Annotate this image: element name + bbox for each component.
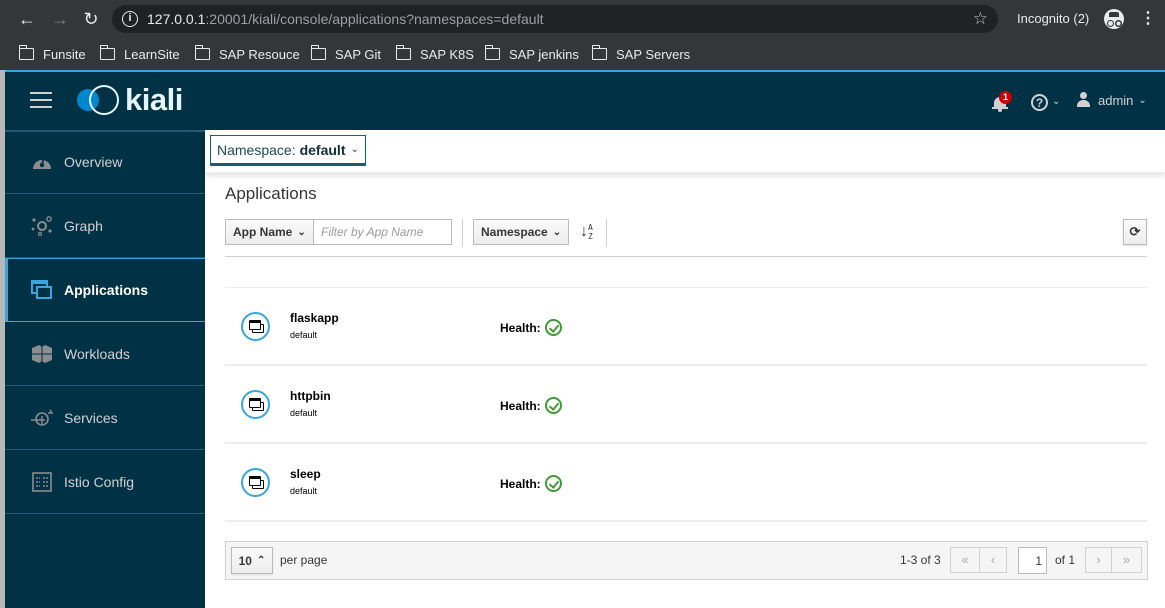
next-page-button[interactable]: ›: [1085, 547, 1112, 573]
browser-toolbar: ← → ↻ i 127.0.0.1:20001/kiali/console/ap…: [0, 0, 1165, 38]
filter-input[interactable]: [313, 219, 452, 245]
app-namespace: default: [290, 408, 318, 418]
hamburger-menu-icon[interactable]: [30, 92, 52, 110]
list-item[interactable]: flaskapp default Health:: [225, 288, 1147, 366]
sidebar-item-workloads[interactable]: Workloads: [5, 322, 205, 386]
user-icon: [1077, 92, 1090, 108]
topology-icon: [31, 215, 53, 236]
chevron-down-icon: ⌄: [297, 226, 306, 238]
folder-icon: [18, 45, 34, 60]
total-pages: of 1: [1055, 553, 1076, 567]
services-icon: [31, 408, 54, 428]
folder-icon: [194, 45, 210, 60]
app-name-link[interactable]: sleep: [290, 467, 321, 481]
per-page-dropdown[interactable]: 10 ⌃: [231, 547, 273, 574]
per-page-label: per page: [280, 553, 328, 567]
app-namespace: default: [290, 330, 318, 340]
bookmark-item[interactable]: SAP jenkins: [484, 44, 579, 64]
check-circle-icon[interactable]: [544, 475, 562, 492]
refresh-icon: ⟳: [1129, 224, 1141, 239]
tachometer-icon: [31, 152, 53, 172]
browser-chrome: ← → ↻ i 127.0.0.1:20001/kiali/console/ap…: [0, 0, 1165, 70]
check-circle-icon[interactable]: [544, 319, 562, 336]
list-item[interactable]: httpbin default Health:: [225, 366, 1147, 444]
application-icon: [241, 390, 270, 419]
istio-config-icon: [31, 471, 53, 492]
application-icon: [241, 312, 270, 341]
sidebar-item-applications[interactable]: Applications: [5, 258, 205, 322]
health-indicator: Health:: [500, 475, 562, 492]
profile-label[interactable]: Incognito (2): [1017, 11, 1089, 26]
sort-field-dropdown[interactable]: Namespace ⌄: [473, 219, 569, 245]
reload-button[interactable]: ↻: [80, 8, 102, 30]
filter-field-dropdown[interactable]: App Name ⌄: [225, 219, 314, 245]
namespace-bar: Namespace: default ⌄: [205, 130, 1165, 173]
app-name-link[interactable]: flaskapp: [290, 311, 339, 325]
address-bar[interactable]: i 127.0.0.1:20001/kiali/console/applicat…: [112, 5, 998, 33]
app-name-link[interactable]: httpbin: [290, 389, 331, 403]
help-icon[interactable]: ?: [1031, 94, 1048, 111]
check-circle-icon[interactable]: [544, 397, 562, 414]
chevron-down-icon: ⌄: [350, 144, 359, 155]
bookmark-item[interactable]: SAP Resouce: [194, 44, 300, 64]
notifications-button[interactable]: 1: [992, 91, 1012, 112]
bookmark-star-icon[interactable]: ☆: [973, 9, 988, 29]
bookmark-item[interactable]: SAP Servers: [591, 44, 690, 64]
kiali-logo-icon: [77, 85, 121, 115]
kiali-app: kiali 1 ? ⌄ admin ⌄ Overview Graph Appli…: [5, 70, 1165, 608]
folder-icon: [591, 45, 607, 60]
chevron-down-icon: ⌄: [552, 226, 562, 238]
site-info-icon[interactable]: i: [122, 11, 138, 27]
bookmark-item[interactable]: SAP K8S: [395, 44, 474, 64]
health-indicator: Health:: [500, 397, 562, 414]
sidebar-item-istio-config[interactable]: Istio Config: [5, 450, 205, 514]
folder-icon: [484, 45, 500, 60]
filter-toolbar: App Name⌄ Namespace⌄ ↓AZ ⟳: [225, 219, 1147, 247]
kiali-logo[interactable]: kiali: [77, 84, 183, 116]
folder-icon: [99, 45, 115, 60]
divider: [225, 256, 1147, 257]
page-number-input[interactable]: [1018, 547, 1047, 574]
folder-icon: [310, 45, 326, 60]
previous-page-button[interactable]: ‹: [979, 547, 1007, 573]
main-content: Namespace: default ⌄ Applications App Name…: [205, 130, 1165, 608]
pagination-bar: 10⌃ per page 1-3 of 3 « ‹ of 1 › »: [225, 541, 1148, 580]
sidebar-nav: Overview Graph Applications Workloads Se…: [5, 130, 205, 608]
list-item[interactable]: sleep default Health:: [225, 444, 1147, 522]
workloads-icon: [31, 344, 53, 364]
bookmark-item[interactable]: SAP Git: [310, 44, 381, 64]
sort-alpha-asc-icon[interactable]: ↓ A Z: [579, 222, 597, 244]
user-menu[interactable]: admin ⌄: [1077, 92, 1147, 108]
notification-badge: 1: [999, 91, 1012, 104]
browser-menu-icon[interactable]: ⋮: [1140, 9, 1156, 29]
applications-icon: [31, 280, 53, 300]
back-button[interactable]: ←: [16, 8, 38, 30]
page-title: Applications: [225, 184, 317, 203]
incognito-icon[interactable]: [1104, 9, 1124, 29]
folder-icon: [395, 45, 411, 60]
sidebar-item-services[interactable]: Services: [5, 386, 205, 450]
refresh-button[interactable]: ⟳: [1123, 219, 1147, 245]
health-indicator: Health:: [500, 319, 562, 336]
bookmark-item[interactable]: LearnSite: [99, 44, 180, 64]
chevron-up-icon: ⌃: [256, 555, 266, 566]
namespace-dropdown[interactable]: Namespace: default ⌄: [210, 135, 366, 166]
last-page-button[interactable]: »: [1111, 547, 1142, 573]
bookmark-item[interactable]: Funsite: [18, 44, 86, 64]
application-icon: [241, 468, 270, 497]
bookmarks-bar: Funsite LearnSite SAP Resouce SAP Git SA…: [0, 38, 1165, 70]
forward-button[interactable]: →: [49, 8, 71, 30]
first-page-button[interactable]: «: [950, 547, 980, 573]
masthead: kiali 1 ? ⌄ admin ⌄: [5, 70, 1165, 130]
item-range: 1-3 of 3: [900, 553, 941, 567]
url-text[interactable]: 127.0.0.1:20001/kiali/console/applicatio…: [147, 11, 544, 27]
chevron-down-icon[interactable]: ⌄: [1052, 96, 1060, 107]
sidebar-item-graph[interactable]: Graph: [5, 194, 205, 258]
app-namespace: default: [290, 486, 318, 496]
sidebar-item-overview[interactable]: Overview: [5, 130, 205, 194]
chevron-down-icon: ⌄: [1138, 94, 1147, 106]
